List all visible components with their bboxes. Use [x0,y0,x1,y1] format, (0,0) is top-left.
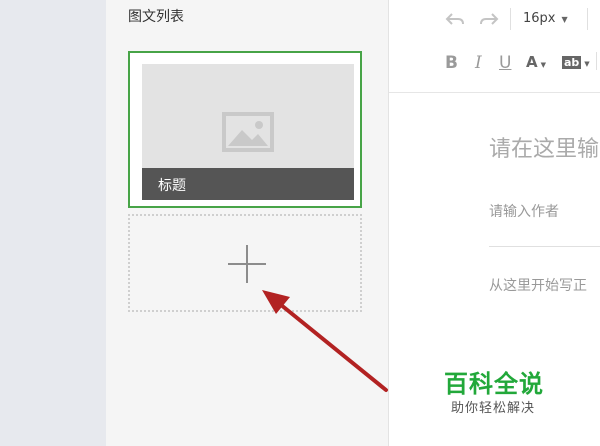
panel-title: 图文列表 [128,9,184,25]
bold-button[interactable]: B [445,53,458,73]
left-nav-strip [0,0,106,446]
chevron-down-icon: ▼ [561,15,568,24]
card-title-bar: 标题 [142,168,354,200]
add-article-button[interactable] [128,214,362,312]
italic-button[interactable]: I [475,53,482,73]
article-body-input[interactable]: 从这里开始写正 [489,275,587,295]
font-size-select[interactable]: 16px ▼ [523,11,568,26]
card-title-label: 标题 [158,178,186,194]
author-divider [489,246,600,247]
font-size-value: 16px [523,11,556,26]
chevron-down-icon: ▼ [584,60,590,68]
image-text-list-panel: 图文列表 标题 [106,0,389,446]
chevron-down-icon: ▼ [540,61,546,69]
highlight-label: ab [562,56,582,69]
image-placeholder-icon [222,112,274,152]
underline-button[interactable]: U [499,53,511,73]
font-color-button[interactable]: A ▼ [526,53,546,71]
undo-icon[interactable] [445,11,465,27]
highlight-button[interactable]: ab ▼ [562,54,590,70]
redo-icon[interactable] [479,11,499,27]
article-card-selected[interactable]: 标题 [128,51,362,208]
font-color-label: A [526,53,538,71]
watermark-logo-text: 百科全说 [444,370,544,398]
article-title-input[interactable]: 请在这里输 [489,131,599,163]
editor-toolbar: 16px ▼ B I U A ▼ ab ▼ [389,0,600,93]
plus-icon [228,245,266,283]
watermark-slogan: 助你轻松解决 [451,401,536,416]
author-input[interactable]: 请输入作者 [489,201,559,221]
